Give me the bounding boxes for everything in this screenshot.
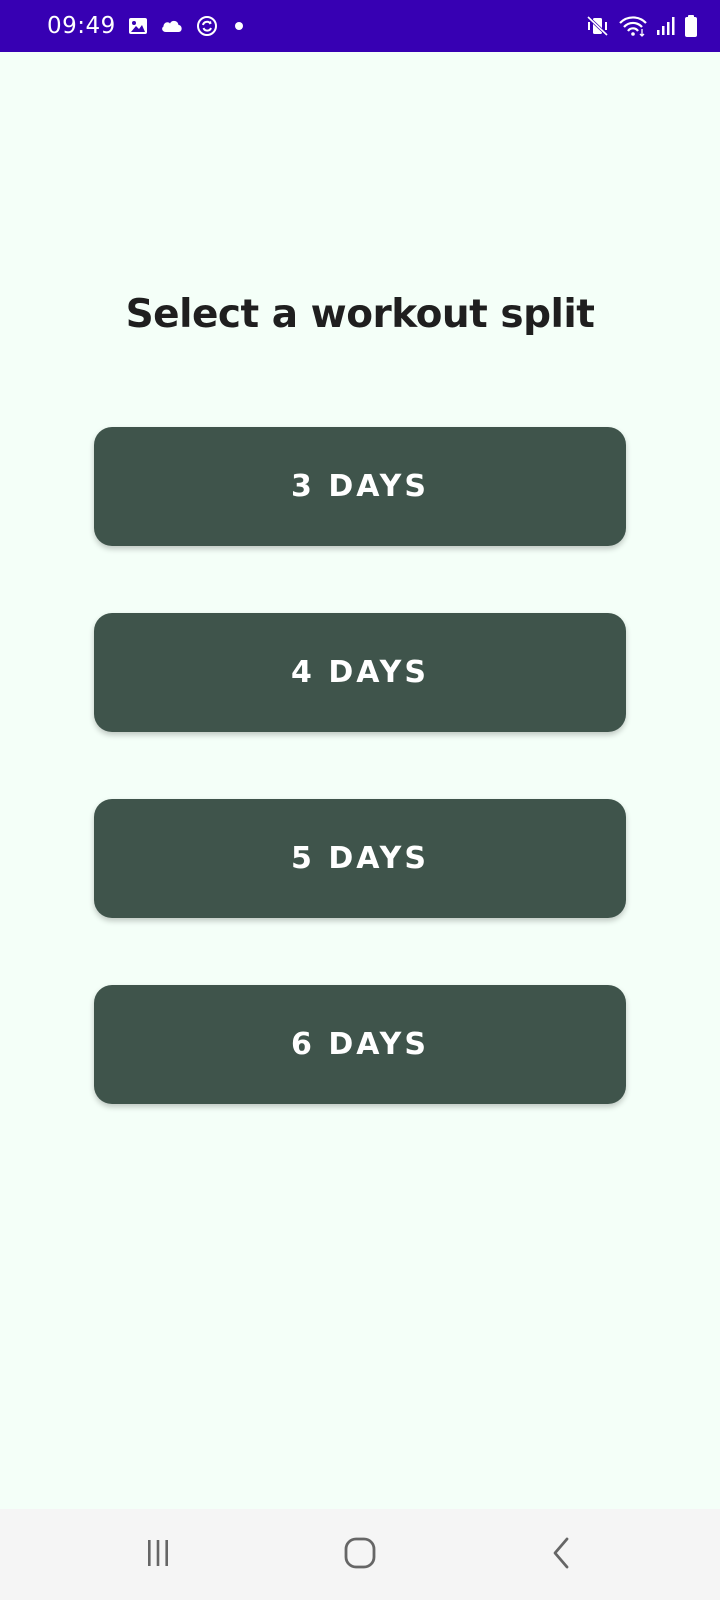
split-4-days-button[interactable]: 4 DAYS <box>94 613 626 732</box>
signal-icon <box>656 16 676 36</box>
main-content: Select a workout split 3 DAYS 4 DAYS 5 D… <box>0 52 720 1509</box>
dot-icon <box>230 17 248 35</box>
split-6-days-button[interactable]: 6 DAYS <box>94 985 626 1104</box>
nav-bar <box>0 1509 720 1600</box>
status-bar: 09:49 <box>0 0 720 52</box>
home-icon <box>343 1536 377 1574</box>
page-title: Select a workout split <box>125 292 595 337</box>
cloud-icon <box>160 17 184 35</box>
vibrate-mute-icon <box>586 15 610 37</box>
back-button[interactable] <box>502 1509 622 1600</box>
gallery-icon <box>128 16 148 36</box>
split-5-days-button[interactable]: 5 DAYS <box>94 799 626 918</box>
recents-button[interactable] <box>98 1509 218 1600</box>
back-icon <box>547 1536 577 1574</box>
status-left-icons <box>128 15 248 37</box>
status-right-icons <box>586 0 698 52</box>
split-3-days-button[interactable]: 3 DAYS <box>94 427 626 546</box>
recents-icon <box>143 1538 173 1572</box>
status-time: 09:49 <box>47 13 116 39</box>
home-button[interactable] <box>300 1509 420 1600</box>
sync-icon <box>196 15 218 37</box>
wifi-icon <box>618 15 648 37</box>
battery-icon <box>684 14 698 38</box>
